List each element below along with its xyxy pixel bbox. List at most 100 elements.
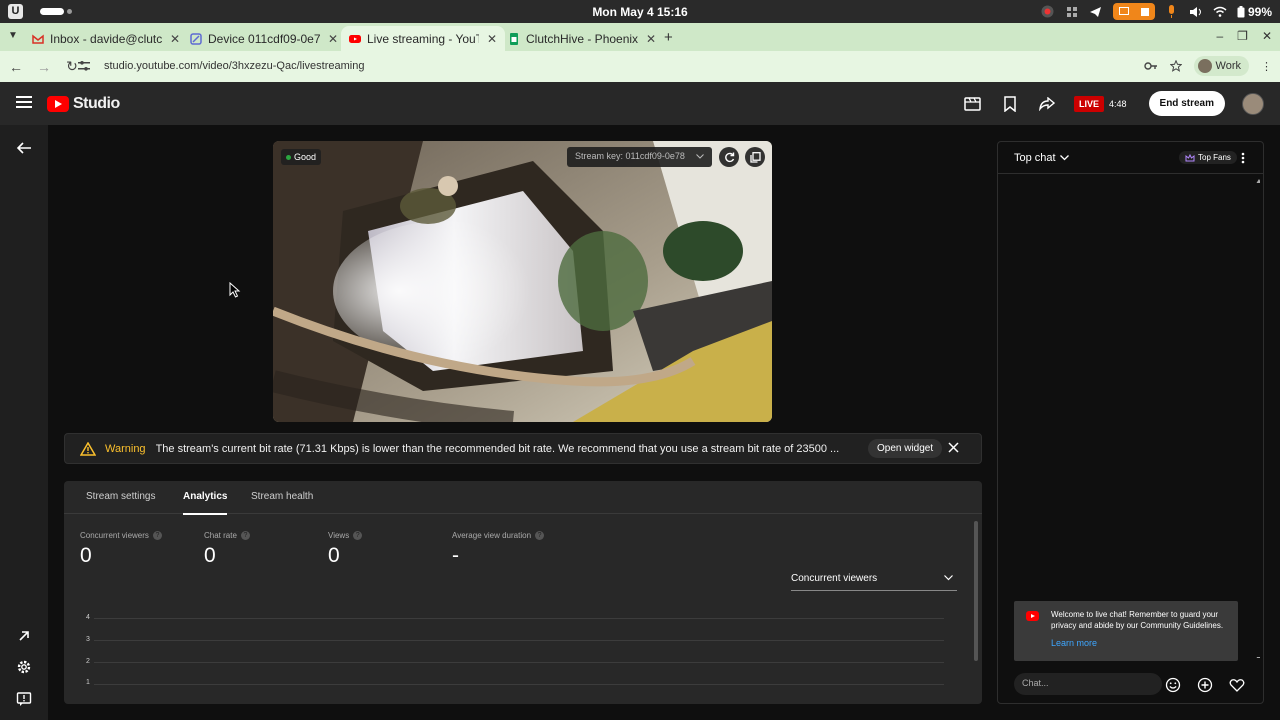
- help-icon[interactable]: ?: [353, 531, 363, 540]
- sheets-icon: [510, 32, 518, 45]
- browser-tab-device[interactable]: Device 011cdf09-0e78 ✕: [182, 26, 346, 51]
- tab-analytics[interactable]: Analytics: [183, 491, 228, 515]
- record-icon[interactable]: [1041, 5, 1055, 19]
- media-library-icon[interactable]: [963, 94, 983, 114]
- back-arrow-icon[interactable]: [16, 141, 32, 155]
- bookmark-star-icon[interactable]: [1169, 60, 1182, 72]
- y-tick-label: 4: [86, 614, 90, 621]
- add-circle-icon[interactable]: [1197, 677, 1213, 693]
- battery-status[interactable]: 99%: [1237, 5, 1272, 19]
- help-icon[interactable]: ?: [535, 531, 545, 540]
- header-actions: LIVE 4:48 End stream: [963, 90, 1264, 117]
- warning-label: Warning: [105, 442, 146, 455]
- window-controls: – ❐ ✕: [1216, 29, 1272, 43]
- studio-header: Studio LIVE 4:48 End stream: [0, 82, 1280, 125]
- feedback-icon[interactable]: [16, 691, 32, 707]
- metric-label: Views: [328, 531, 350, 540]
- stream-preview[interactable]: Good Stream key: 011cdf09-0e78: [273, 141, 772, 422]
- settings-gear-icon[interactable]: [16, 659, 32, 675]
- gridline: [94, 684, 944, 685]
- browser-toolbar: ← → ↻ studio.youtube.com/video/3hxzezu-Q…: [0, 51, 1280, 82]
- metric-value: 0: [328, 544, 340, 567]
- forward-arrow-icon[interactable]: →: [32, 59, 56, 75]
- metric-label: Concurrent viewers: [80, 531, 149, 540]
- welcome-text: Welcome to live chat! Remember to guard …: [1051, 610, 1224, 630]
- chevron-down-icon: [696, 154, 704, 159]
- volume-icon[interactable]: [1189, 5, 1203, 19]
- close-tab-icon[interactable]: ✕: [170, 32, 180, 46]
- copy-stream-key-button[interactable]: [745, 147, 765, 167]
- live-duration: 4:48: [1109, 98, 1127, 109]
- chat-scrollbar[interactable]: [1256, 178, 1260, 658]
- slack-icon[interactable]: [1065, 5, 1079, 19]
- help-icon[interactable]: ?: [152, 531, 162, 540]
- chat-mode-dropdown[interactable]: Top chat: [1014, 152, 1069, 164]
- tab-stream-settings[interactable]: Stream settings: [86, 491, 155, 502]
- metric-label: Average view duration: [452, 531, 532, 540]
- browser-tab-youtube-live[interactable]: Live streaming - YouT ✕: [341, 26, 506, 51]
- telegram-icon[interactable]: [1089, 5, 1103, 19]
- y-tick-label: 2: [86, 658, 90, 665]
- restore-icon[interactable]: ❐: [1237, 29, 1248, 43]
- bookmark-icon[interactable]: [1000, 94, 1020, 114]
- app-launcher-icon[interactable]: U: [8, 4, 23, 19]
- minimize-icon[interactable]: –: [1216, 29, 1223, 43]
- workspace-dot[interactable]: [67, 9, 72, 14]
- chat-options-kebab-icon[interactable]: [1241, 152, 1245, 164]
- browser-tab-sheets[interactable]: ClutchHive - Phoenix ✕: [500, 26, 664, 51]
- profile-avatar: [1197, 59, 1212, 73]
- chat-input[interactable]: Chat...: [1014, 673, 1162, 695]
- gridline: [94, 618, 944, 619]
- youtube-logo-icon: [1026, 611, 1039, 621]
- emoji-icon[interactable]: [1165, 677, 1181, 693]
- learn-more-link[interactable]: Learn more: [1051, 638, 1097, 649]
- studio-logo-text: Studio: [73, 95, 120, 112]
- profile-chip[interactable]: Work: [1193, 56, 1249, 76]
- top-fans-button[interactable]: Top Fans: [1179, 151, 1237, 164]
- refresh-stream-key-button[interactable]: [719, 147, 739, 167]
- close-tab-icon[interactable]: ✕: [328, 32, 338, 46]
- back-arrow-icon[interactable]: ←: [4, 59, 28, 75]
- close-warning-icon[interactable]: [948, 442, 959, 453]
- site-settings-icon[interactable]: [78, 61, 92, 71]
- browser-menu-kebab-icon[interactable]: ⋮: [1261, 60, 1272, 73]
- microphone-icon[interactable]: [1165, 5, 1179, 19]
- battery-percentage: 99%: [1247, 4, 1272, 19]
- camera-feed-image: [273, 141, 772, 422]
- chat-mode-label: Top chat: [1014, 152, 1056, 164]
- tab-search-chevron-icon[interactable]: ▼: [8, 30, 18, 41]
- chart-metric-value: Concurrent viewers: [791, 573, 878, 584]
- account-avatar[interactable]: [1242, 92, 1264, 115]
- wifi-icon[interactable]: [1213, 5, 1227, 19]
- chevron-down-icon: [1059, 155, 1069, 161]
- help-icon[interactable]: ?: [240, 531, 250, 540]
- end-stream-button[interactable]: End stream: [1148, 91, 1225, 116]
- tab-title: ClutchHive - Phoenix: [526, 31, 638, 46]
- y-tick-label: 3: [86, 636, 90, 643]
- open-external-icon[interactable]: [16, 628, 32, 644]
- address-bar[interactable]: studio.youtube.com/video/3hxzezu-Qac/liv…: [78, 55, 1193, 77]
- heart-icon[interactable]: [1229, 677, 1245, 693]
- open-widget-button[interactable]: Open widget: [868, 439, 943, 458]
- share-icon[interactable]: [1037, 94, 1057, 114]
- close-tab-icon[interactable]: ✕: [487, 32, 497, 46]
- new-tab-plus-icon[interactable]: +: [664, 29, 673, 46]
- hamburger-menu-icon[interactable]: [16, 96, 32, 111]
- tab-title: Device 011cdf09-0e78: [208, 31, 320, 46]
- browser-tab-gmail[interactable]: Inbox - davide@clutch ✕: [24, 26, 188, 51]
- studio-logo[interactable]: Studio: [47, 95, 120, 113]
- password-key-icon[interactable]: [1143, 61, 1158, 71]
- chart-metric-select[interactable]: Concurrent viewers: [791, 573, 957, 591]
- workspace-indicator[interactable]: [40, 8, 64, 15]
- stream-key-dropdown[interactable]: Stream key: 011cdf09-0e78: [567, 147, 712, 167]
- gmail-icon: [32, 33, 44, 44]
- toolbar-actions: Work ⋮: [1143, 56, 1272, 76]
- chat-header: Top chat Top Fans: [998, 142, 1263, 174]
- system-tray: 99%: [1041, 2, 1272, 21]
- close-window-icon[interactable]: ✕: [1262, 29, 1272, 43]
- screen-share-indicator[interactable]: [1112, 3, 1155, 20]
- panel-scrollbar[interactable]: [974, 521, 978, 661]
- chat-welcome-message: Welcome to live chat! Remember to guard …: [1014, 601, 1238, 661]
- tab-stream-health[interactable]: Stream health: [251, 491, 313, 502]
- close-tab-icon[interactable]: ✕: [646, 32, 656, 46]
